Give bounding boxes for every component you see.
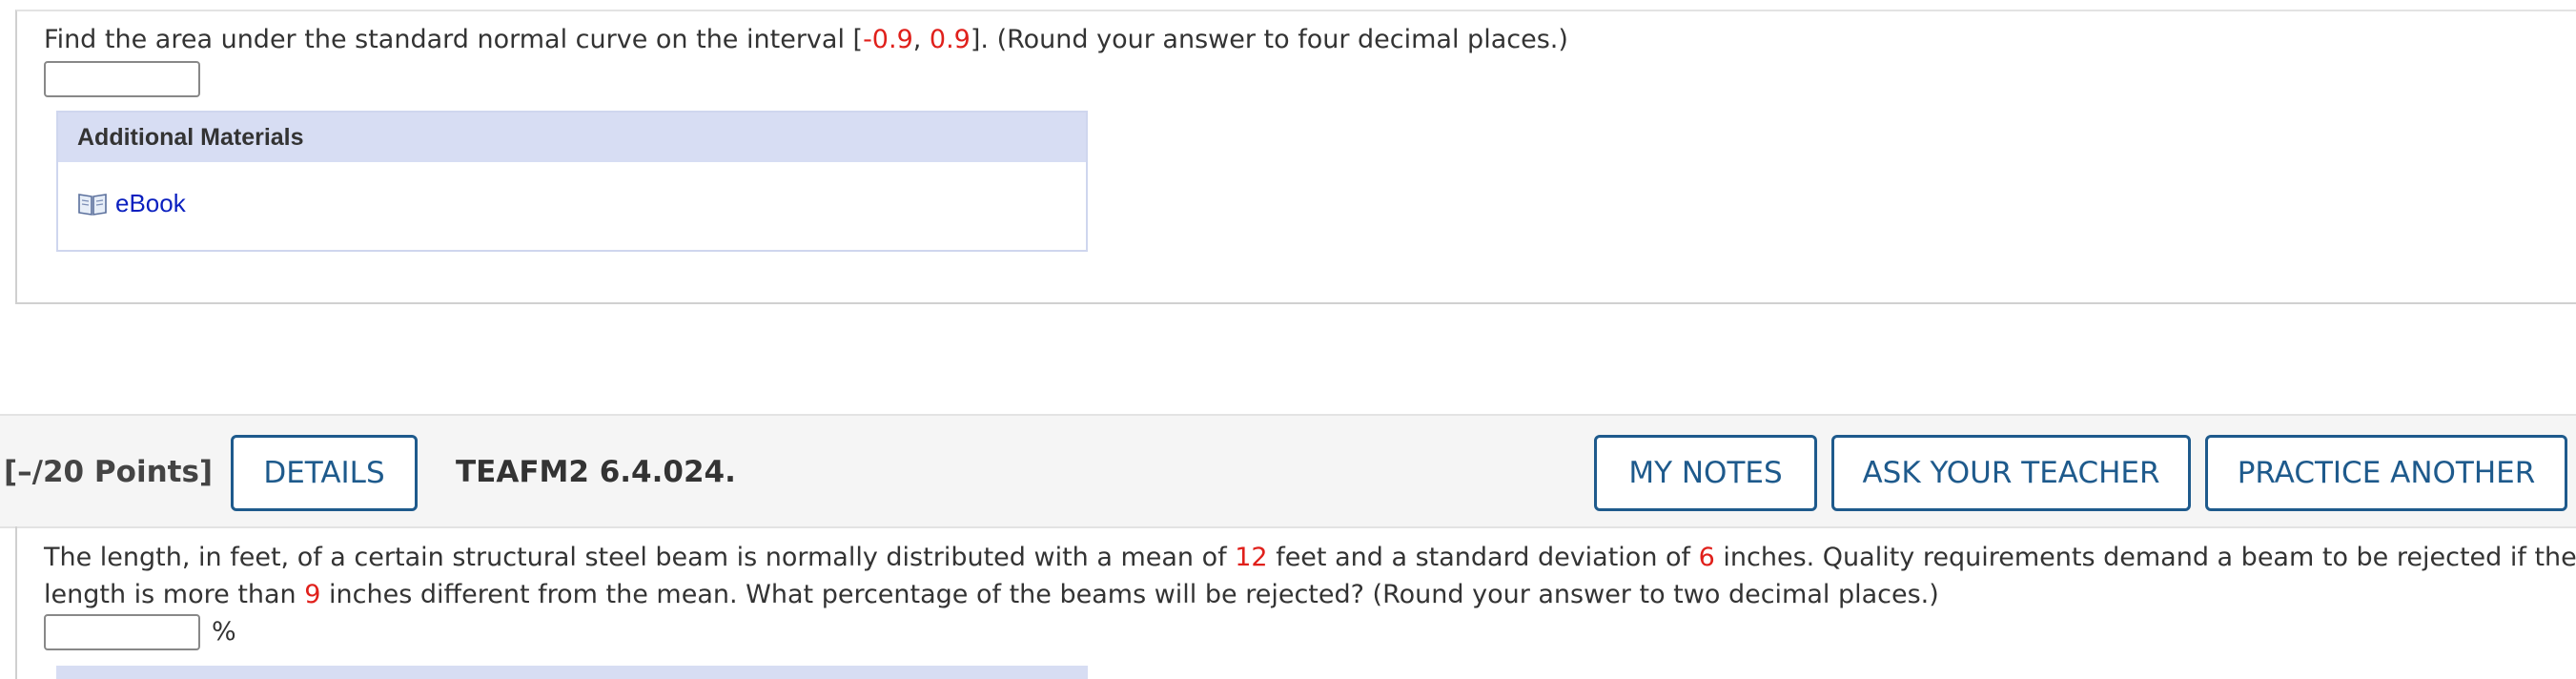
- question-1-answer-input[interactable]: [44, 61, 200, 97]
- question-2-text-a: The length, in feet, of a certain struct…: [44, 543, 1236, 572]
- details-button[interactable]: DETAILS: [231, 435, 418, 511]
- question-2-text-d: length is more than: [44, 580, 305, 609]
- question-2-text-c: inches. Quality requirements demand a be…: [1714, 543, 2576, 572]
- practice-another-button[interactable]: PRACTICE ANOTHER: [2205, 435, 2567, 511]
- additional-materials-panel: Additional Materials eBook: [56, 111, 1088, 252]
- book-icon: [78, 193, 107, 216]
- my-notes-button[interactable]: MY NOTES: [1594, 435, 1817, 511]
- percent-unit: %: [212, 617, 236, 647]
- question-1-text-b: ]. (Round your answer to four decimal pl…: [970, 25, 1568, 54]
- question-2-line-1: The length, in feet, of a certain struct…: [44, 539, 2576, 577]
- sd-value: 6: [1698, 543, 1715, 572]
- interval-upper-value: 0.9: [929, 25, 971, 54]
- question-1-text-a: Find the area under the standard normal …: [44, 25, 864, 54]
- ebook-label[interactable]: eBook: [115, 189, 186, 218]
- question-2-answer-input[interactable]: [44, 614, 200, 650]
- question-2-header: [–/20 Points] DETAILS TEAFM2 6.4.024. MY…: [0, 414, 2576, 528]
- difference-value: 9: [304, 580, 321, 609]
- interval-lower-value: -0.9: [863, 25, 913, 54]
- ask-your-teacher-button[interactable]: ASK YOUR TEACHER: [1831, 435, 2191, 511]
- question-2-text-b: feet and a standard deviation of: [1267, 543, 1699, 572]
- ebook-link[interactable]: eBook: [77, 189, 186, 218]
- question-2-line-2: length is more than 9 inches different f…: [44, 576, 1939, 614]
- question-1-text: Find the area under the standard normal …: [44, 21, 1568, 59]
- question-code: TEAFM2 6.4.024.: [456, 455, 736, 489]
- additional-materials-panel-2: [56, 666, 1088, 679]
- mean-value: 12: [1235, 543, 1268, 572]
- additional-materials-title: Additional Materials: [58, 113, 1086, 162]
- question-2-text-e: inches different from the mean. What per…: [320, 580, 1939, 609]
- question-1-separator: ,: [912, 25, 930, 54]
- points-label: [–/20 Points]: [4, 455, 214, 489]
